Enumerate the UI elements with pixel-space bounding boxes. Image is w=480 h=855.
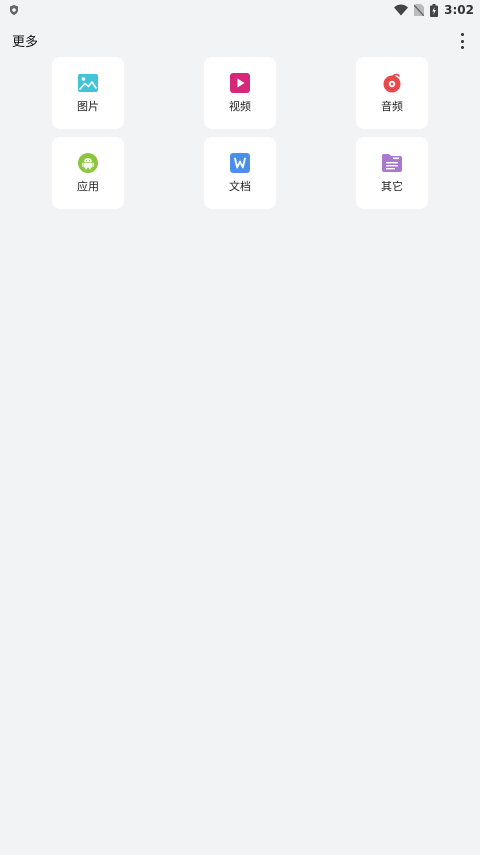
category-other[interactable]: 其它 — [356, 137, 428, 209]
category-documents[interactable]: 文档 — [204, 137, 276, 209]
header: 更多 — [0, 28, 480, 54]
shield-icon — [10, 5, 18, 15]
category-videos[interactable]: 视频 — [204, 57, 276, 129]
folder-other-icon — [382, 154, 402, 172]
category-audio[interactable]: 音频 — [356, 57, 428, 129]
android-icon — [78, 153, 98, 173]
music-icon — [383, 73, 401, 93]
category-images[interactable]: 图片 — [52, 57, 124, 129]
video-icon — [230, 73, 250, 93]
category-label: 文档 — [229, 180, 251, 193]
category-label: 音频 — [381, 100, 403, 113]
more-vertical-icon — [460, 33, 464, 36]
no-sim-icon — [414, 4, 425, 16]
word-doc-icon — [230, 153, 250, 173]
status-time: 3:02 — [444, 3, 474, 17]
category-label: 图片 — [77, 100, 99, 113]
status-icons: 3:02 — [394, 3, 474, 17]
battery-charging-icon — [430, 3, 439, 17]
page-title: 更多 — [12, 35, 39, 50]
category-label: 其它 — [381, 180, 403, 193]
category-label: 应用 — [77, 180, 99, 193]
more-options-button[interactable] — [454, 30, 470, 52]
wifi-icon — [394, 4, 409, 16]
status-bar: 3:02 — [0, 0, 480, 20]
image-icon — [78, 74, 98, 92]
category-apps[interactable]: 应用 — [52, 137, 124, 209]
category-label: 视频 — [229, 100, 251, 113]
